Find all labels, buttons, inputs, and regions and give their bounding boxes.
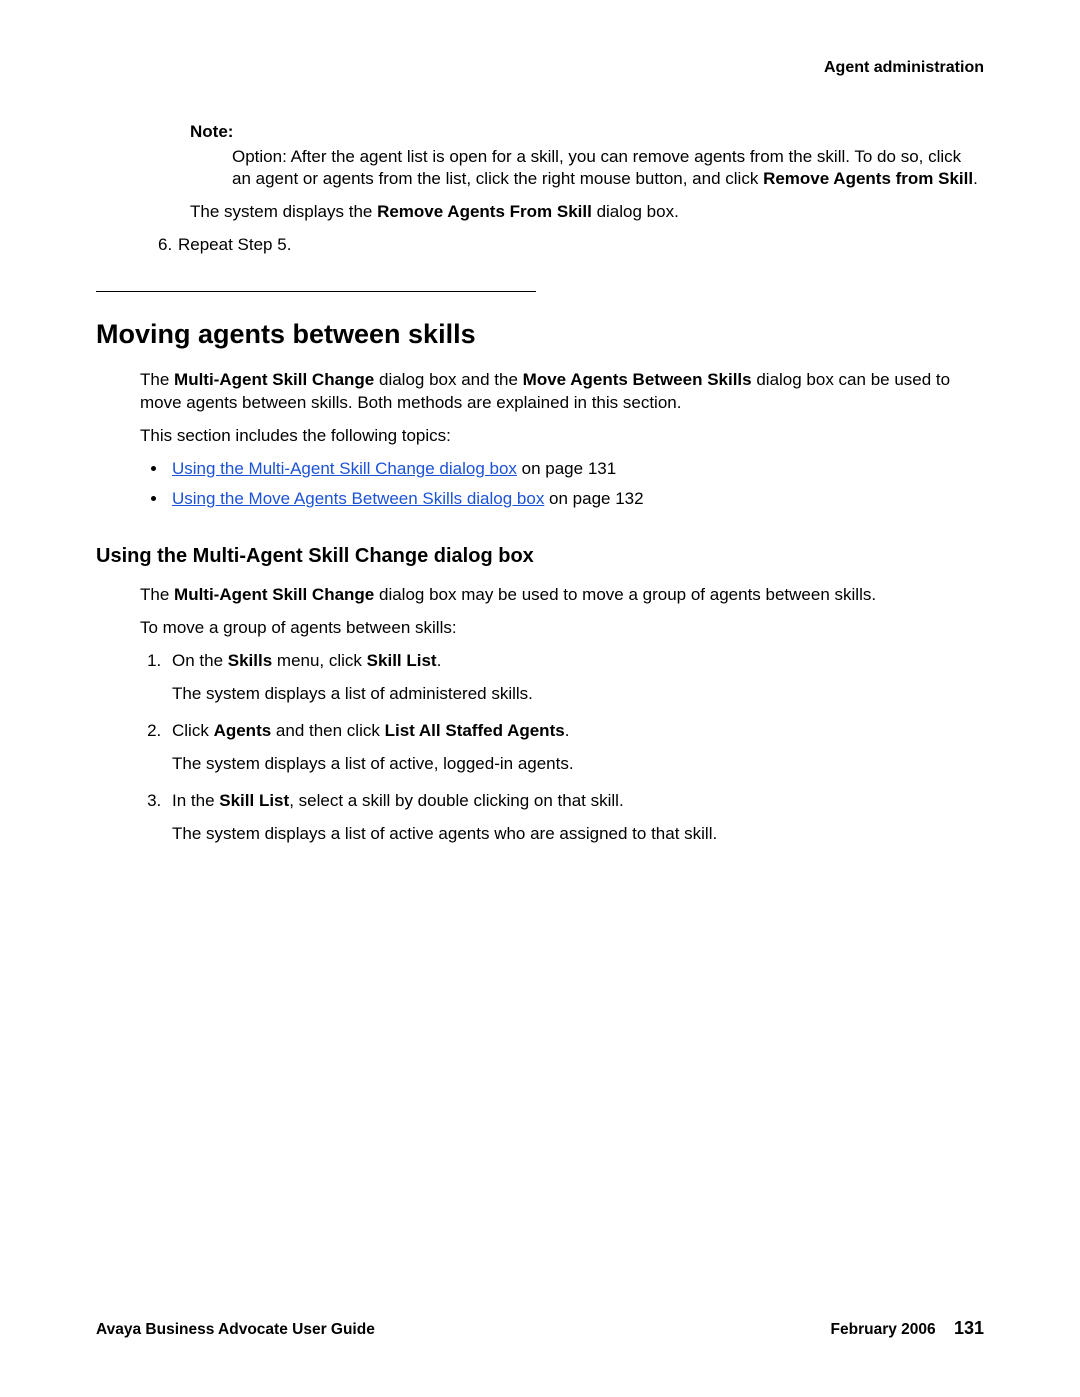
note-block: Note: Option: After the agent list is op… [190,121,984,192]
s3-t2: , select a skill by double clicking on t… [289,791,624,810]
subsection-heading: Using the Multi-Agent Skill Change dialo… [96,543,984,570]
page-footer: Avaya Business Advocate User Guide Febru… [96,1316,984,1341]
sub-intro-b1: Multi-Agent Skill Change [174,585,374,604]
step-6-text: Repeat Step 5. [178,235,291,254]
section-heading: Moving agents between skills [96,316,984,352]
topics-lead: This section includes the following topi… [140,425,984,448]
topic-suffix-1: on page 131 [517,459,616,478]
steps-list: On the Skills menu, click Skill List. Th… [96,650,984,846]
sys-pre: The system displays the [190,202,377,221]
s1-t3: . [437,651,442,670]
sub-intro-para: The Multi-Agent Skill Change dialog box … [140,584,984,607]
topic-link-2[interactable]: Using the Move Agents Between Skills dia… [172,489,544,508]
sub-intro-t1: The [140,585,174,604]
step-3-result: The system displays a list of active age… [172,823,984,846]
intro-b2: Move Agents Between Skills [523,370,752,389]
step-2-line: Click Agents and then click List All Sta… [172,721,569,740]
steps-lead: To move a group of agents between skills… [140,617,984,640]
step-2: Click Agents and then click List All Sta… [166,720,984,776]
note-text-post: . [973,169,978,188]
note-body: Option: After the agent list is open for… [232,146,984,192]
topic-item: Using the Move Agents Between Skills dia… [168,488,984,511]
s3-b1: Skill List [219,791,289,810]
step-1: On the Skills menu, click Skill List. Th… [166,650,984,706]
section-body: The Multi-Agent Skill Change dialog box … [140,369,984,448]
document-page: Agent administration Note: Option: After… [0,0,1080,1397]
step-2-result: The system displays a list of active, lo… [172,753,984,776]
running-header: Agent administration [96,57,984,79]
footer-page-number: 131 [954,1318,984,1338]
s2-b1: Agents [214,721,272,740]
s1-b2: Skill List [367,651,437,670]
s2-b2: List All Staffed Agents [385,721,565,740]
step-6: 6.Repeat Step 5. [158,234,984,257]
footer-guide-title: Avaya Business Advocate User Guide [96,1320,375,1341]
s2-t3: . [565,721,570,740]
sys-bold: Remove Agents From Skill [377,202,592,221]
subsection-body: The Multi-Agent Skill Change dialog box … [140,584,984,640]
step-1-result: The system displays a list of administer… [172,683,984,706]
system-displays-para: The system displays the Remove Agents Fr… [190,201,984,224]
intro-t2: dialog box and the [374,370,522,389]
note-text-bold: Remove Agents from Skill [763,169,973,188]
step-3: In the Skill List, select a skill by dou… [166,790,984,846]
topic-item: Using the Multi-Agent Skill Change dialo… [168,458,984,481]
topic-suffix-2: on page 132 [544,489,643,508]
intro-para: The Multi-Agent Skill Change dialog box … [140,369,984,415]
step-3-line: In the Skill List, select a skill by dou… [172,791,624,810]
sub-intro-t2: dialog box may be used to move a group o… [374,585,876,604]
topic-link-1[interactable]: Using the Multi-Agent Skill Change dialo… [172,459,517,478]
step-6-number: 6. [158,234,178,257]
s2-t2: and then click [271,721,384,740]
section-divider [96,291,536,292]
footer-date: February 2006 [831,1321,936,1338]
s1-b1: Skills [228,651,272,670]
intro-b1: Multi-Agent Skill Change [174,370,374,389]
sys-post: dialog box. [592,202,679,221]
s2-t1: Click [172,721,214,740]
footer-right: February 2006 131 [831,1316,984,1341]
intro-t1: The [140,370,174,389]
note-label: Note: [190,121,984,144]
s3-t1: In the [172,791,219,810]
s1-t1: On the [172,651,228,670]
step-1-line: On the Skills menu, click Skill List. [172,651,441,670]
s1-t2: menu, click [272,651,366,670]
topics-list: Using the Multi-Agent Skill Change dialo… [96,458,984,512]
